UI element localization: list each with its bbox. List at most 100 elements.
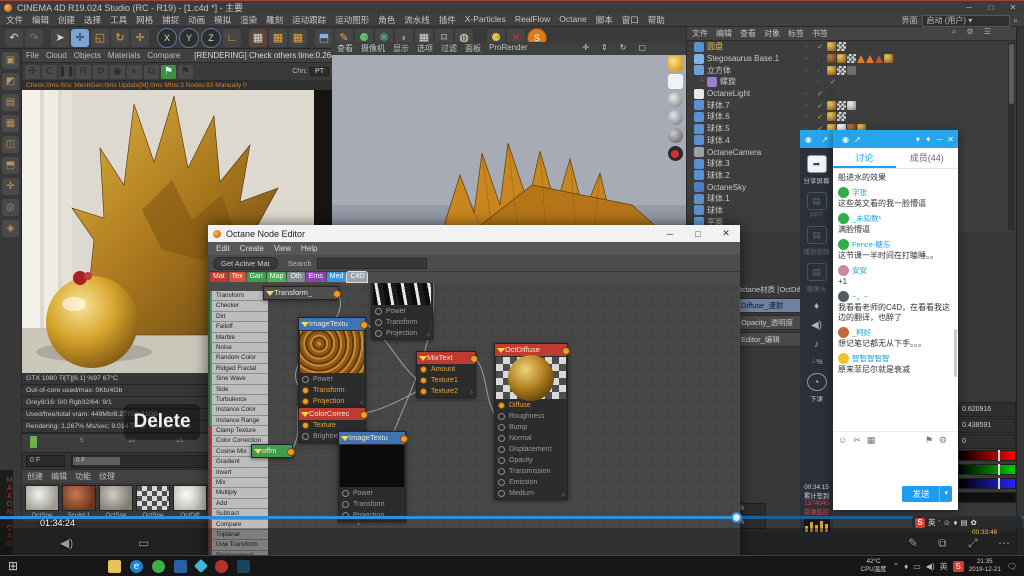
object-tag-icon[interactable]: [827, 66, 836, 75]
menu-item[interactable]: 工具: [110, 14, 127, 26]
minimize-icon[interactable]: ─: [958, 2, 980, 14]
graph-node[interactable]: offm⁘: [251, 444, 293, 458]
node-input-port[interactable]: Projection: [299, 396, 365, 407]
sogou-icon[interactable]: S: [915, 518, 925, 528]
ime-skin-icon[interactable]: ✿: [971, 518, 977, 527]
y-axis-lock-button[interactable]: Y: [179, 28, 199, 48]
tray-sogou-icon[interactable]: S: [953, 561, 964, 572]
node-resize-icon[interactable]: ⁘: [332, 292, 337, 299]
screenshot-icon[interactable]: ✂: [853, 435, 861, 446]
add-cube-icon[interactable]: ⬒: [315, 29, 333, 47]
tray-volume-icon[interactable]: ◀): [926, 562, 935, 571]
tray-up-icon[interactable]: ⌃: [892, 562, 899, 571]
live-viewer-menu-item[interactable]: Compare: [147, 51, 180, 60]
port-dot[interactable]: [498, 435, 505, 442]
ime-lang[interactable]: 英: [928, 517, 936, 528]
object-tag-icon[interactable]: [847, 101, 856, 110]
om-list-icon[interactable]: ☰: [984, 27, 991, 36]
x-axis-lock-button[interactable]: X: [157, 28, 177, 48]
message-author[interactable]: 智智智智智: [852, 353, 890, 364]
node-header[interactable]: Transform_: [264, 287, 338, 299]
chat-settings-icon[interactable]: ⚙: [939, 435, 947, 446]
menu-item[interactable]: 动画: [188, 14, 205, 26]
ne-maximize-icon[interactable]: □: [684, 229, 712, 239]
avatar[interactable]: [838, 327, 849, 338]
collapse-triangle-icon[interactable]: [419, 356, 427, 361]
port-dot[interactable]: [498, 479, 505, 486]
graph-node[interactable]: ImageTextuPowerTransformProjection⁘: [298, 317, 366, 408]
channel-select[interactable]: PT: [310, 67, 329, 76]
chat-tab[interactable]: 成员(44): [896, 148, 959, 168]
node-resize-icon[interactable]: ⁘: [561, 492, 566, 499]
chat-titlebar[interactable]: ◉ ↗ ▾ ✦ ─ ✕: [833, 130, 958, 148]
menu-item[interactable]: 窗口: [622, 14, 639, 26]
material-menu-item[interactable]: 创建: [27, 471, 43, 482]
port-dot[interactable]: [342, 490, 349, 497]
collapse-triangle-icon[interactable]: [497, 348, 505, 353]
render-view-icon[interactable]: ▦: [249, 29, 267, 47]
port-dot[interactable]: [498, 413, 505, 420]
node-input-port[interactable]: Displacement: [495, 444, 567, 455]
collapse-triangle-icon[interactable]: [301, 322, 309, 327]
port-dot[interactable]: [420, 377, 427, 384]
mic-icon[interactable]: ♦: [800, 301, 833, 312]
object-tag-icon[interactable]: [837, 42, 846, 51]
rotate-tool-icon[interactable]: ↻: [111, 29, 129, 47]
node-category-tab[interactable]: Map: [267, 272, 287, 282]
port-dot[interactable]: [498, 402, 505, 409]
object-row[interactable]: └螺旋··✓: [687, 76, 1017, 88]
node-input-port[interactable]: Power: [372, 306, 432, 317]
tray-mic-icon[interactable]: ♦: [904, 562, 908, 571]
material-picker-icon[interactable]: ◐: [127, 65, 142, 79]
object-tag-icon[interactable]: [837, 66, 846, 75]
avatar[interactable]: [838, 353, 849, 364]
pin-green-icon[interactable]: ⚑: [161, 65, 176, 79]
node-input-port[interactable]: Texture: [299, 420, 365, 431]
menu-item[interactable]: 雕刻: [266, 14, 283, 26]
avatar[interactable]: [838, 291, 849, 302]
emoji-icon[interactable]: ☺: [838, 435, 847, 445]
node-editor-titlebar[interactable]: Octane Node Editor ─ □ ✕: [208, 225, 740, 242]
menu-item[interactable]: 运动图形: [335, 14, 369, 26]
menu-item[interactable]: 编辑: [32, 14, 49, 26]
graph-node[interactable]: MixTextAmountTexture1Texture2⁘: [416, 351, 476, 398]
node-resize-icon[interactable]: ⁘: [469, 390, 474, 397]
port-dot[interactable]: [375, 319, 382, 326]
object-tag-icon[interactable]: [837, 112, 846, 121]
om-menu-item[interactable]: 对象: [764, 28, 780, 39]
render-queue-icon[interactable]: ▦: [289, 29, 307, 47]
matball-2-icon[interactable]: [668, 110, 683, 125]
frame-field[interactable]: 0 F: [26, 455, 65, 467]
node-input-port[interactable]: Texture1: [417, 375, 475, 386]
object-row[interactable]: 立方体···: [687, 64, 1017, 76]
undo-icon[interactable]: ↶: [5, 29, 23, 47]
object-tag-icon[interactable]: [857, 55, 865, 63]
region-render-icon[interactable]: R: [76, 65, 91, 79]
node-input-port[interactable]: Transform: [372, 317, 432, 328]
node-input-port[interactable]: Roughness: [495, 411, 567, 422]
lock-resolution-icon[interactable]: ◉: [110, 65, 125, 79]
collapse-triangle-icon[interactable]: [266, 291, 274, 296]
om-search-icon[interactable]: ⌕: [952, 27, 956, 36]
node-category-tab[interactable]: Tex: [229, 272, 246, 282]
ime-comma-icon[interactable]: ': [939, 518, 940, 527]
graph-node[interactable]: OctDiffuseDiffuseRoughnessBumpNormalDisp…: [494, 343, 568, 500]
message-author[interactable]: _未知数¹: [852, 213, 881, 224]
maximize-icon[interactable]: □: [980, 2, 1002, 14]
node-input-port[interactable]: Opacity: [495, 455, 567, 466]
menu-item[interactable]: 渲染: [240, 14, 257, 26]
message-author[interactable]: _柯好: [852, 327, 871, 338]
object-tag-icon[interactable]: [875, 55, 883, 63]
node-search-input[interactable]: [317, 258, 427, 269]
node-editor-menu-item[interactable]: Create: [240, 244, 264, 253]
move-tool-icon[interactable]: ✛: [71, 29, 89, 47]
volume-level-icon[interactable]: ⁘%: [800, 358, 833, 366]
object-tag-icon[interactable]: [884, 54, 893, 63]
live-viewer-menu-item[interactable]: Cloud: [46, 51, 67, 60]
node-resize-icon[interactable]: ⁘: [359, 400, 364, 407]
port-dot[interactable]: [498, 457, 505, 464]
settings-gear-icon[interactable]: ⚙: [93, 65, 108, 79]
node-header[interactable]: ImageTextu: [339, 432, 405, 444]
menu-item[interactable]: 网格: [136, 14, 153, 26]
port-dot[interactable]: [302, 433, 309, 440]
